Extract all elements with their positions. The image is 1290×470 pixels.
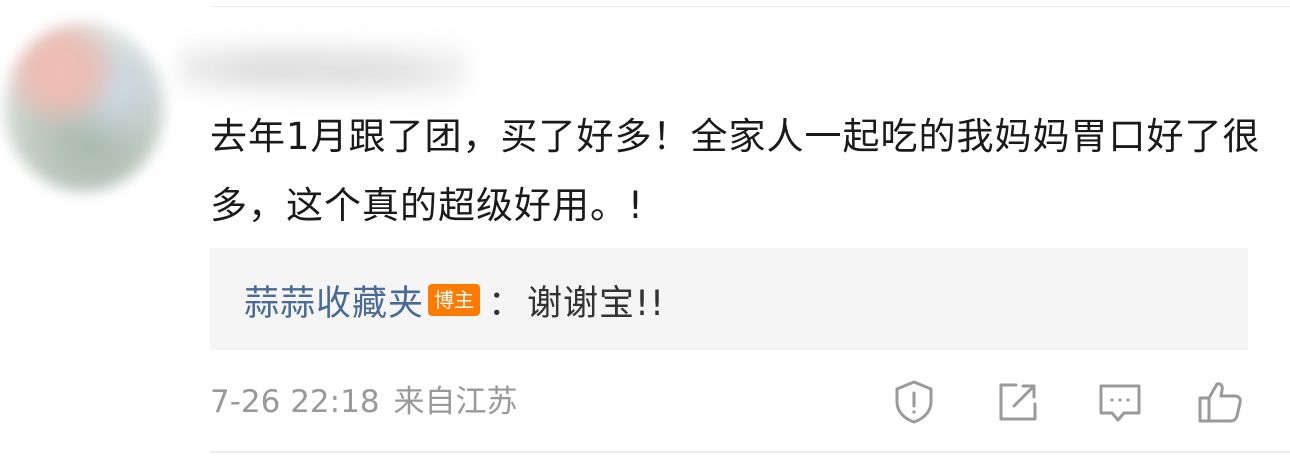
author-badge: 博主 bbox=[428, 284, 481, 316]
reply-author[interactable]: 蒜蒜收藏夹 bbox=[244, 275, 424, 326]
report-icon[interactable] bbox=[890, 378, 938, 426]
reply-separator: ： bbox=[488, 283, 524, 324]
timestamp: 7-26 22:18 bbox=[210, 384, 380, 420]
share-icon[interactable] bbox=[994, 378, 1042, 426]
comment-meta: 7-26 22:18 来自江苏 bbox=[210, 380, 518, 424]
location: 来自江苏 bbox=[393, 384, 518, 420]
like-icon[interactable] bbox=[1196, 378, 1244, 426]
bottom-divider bbox=[210, 451, 1290, 453]
username-redacted bbox=[178, 30, 468, 100]
top-divider bbox=[210, 6, 1290, 7]
comment-icon[interactable] bbox=[1096, 378, 1144, 426]
avatar[interactable] bbox=[4, 22, 164, 192]
reply-text: 谢谢宝!! bbox=[527, 283, 666, 324]
reply-box[interactable]: 蒜蒜收藏夹 博主 ： 谢谢宝!! bbox=[210, 248, 1248, 350]
comment-text: 去年1月跟了团，买了好多！全家人一起吃的我妈妈胃口好了很多，这个真的超级好用。! bbox=[210, 115, 1261, 227]
reply-line: 蒜蒜收藏夹 博主 ： 谢谢宝!! bbox=[244, 278, 665, 324]
